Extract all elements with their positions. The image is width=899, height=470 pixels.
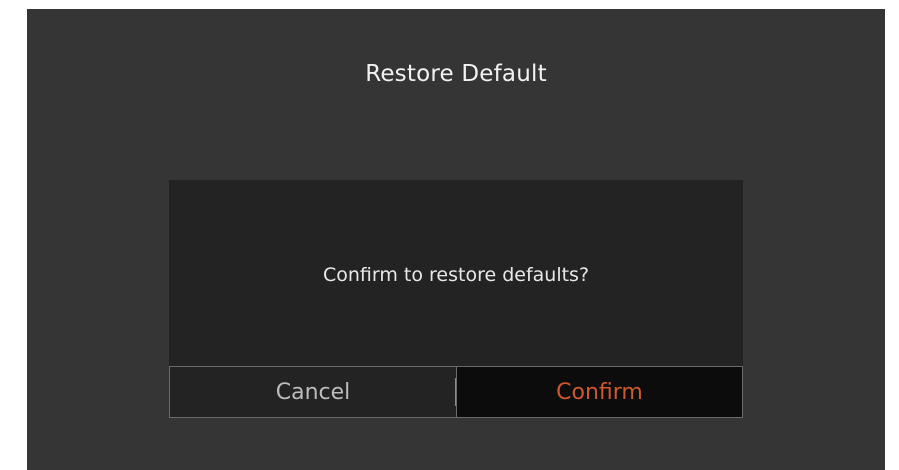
cancel-button[interactable]: Cancel <box>169 366 456 418</box>
confirm-dialog: Confirm to restore defaults? Cancel Conf… <box>169 180 743 420</box>
restore-default-screen: Restore Default Confirm to restore defau… <box>27 9 885 470</box>
button-divider <box>455 378 456 406</box>
page-title: Restore Default <box>365 61 547 87</box>
dialog-message: Confirm to restore defaults? <box>322 264 590 286</box>
confirm-button[interactable]: Confirm <box>456 366 743 418</box>
dialog-body: Confirm to restore defaults? <box>169 180 743 366</box>
dialog-button-bar: Cancel Confirm <box>169 366 743 420</box>
